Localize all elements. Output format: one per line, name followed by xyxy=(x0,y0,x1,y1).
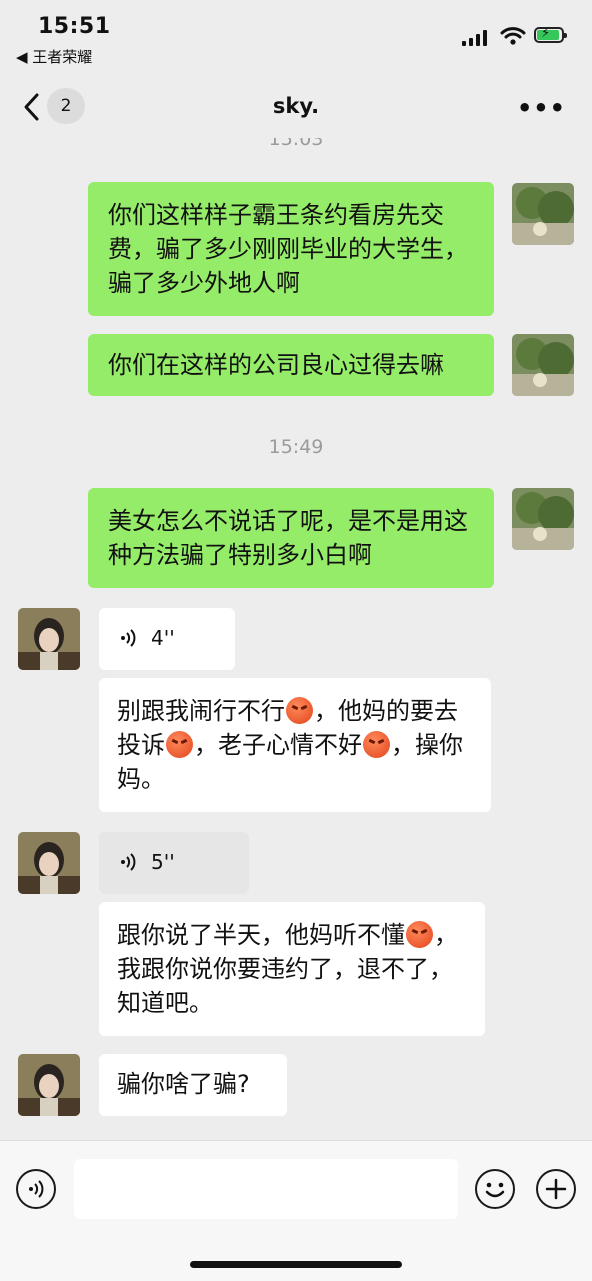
angry-face-icon xyxy=(286,697,313,724)
message-input[interactable] xyxy=(74,1159,458,1219)
more-actions-button[interactable] xyxy=(536,1169,576,1209)
angry-face-icon xyxy=(406,921,433,948)
battery-charging-icon: ⚡ xyxy=(534,26,567,43)
emoji-button[interactable] xyxy=(475,1169,515,1209)
contact-avatar[interactable] xyxy=(18,832,80,894)
plus-icon xyxy=(545,1178,567,1200)
my-avatar[interactable] xyxy=(512,488,574,550)
my-avatar[interactable] xyxy=(512,334,574,396)
my-message-bubble[interactable]: 你们这样样子霸王条约看房先交费，骗了多少刚刚毕业的大学生，骗了多少外地人啊 xyxy=(88,182,494,316)
status-time: 15:51 xyxy=(38,14,111,39)
my-message-bubble[interactable]: 你们在这样的公司良心过得去嘛 xyxy=(88,334,494,396)
timestamp: 15:49 xyxy=(268,436,324,458)
my-message-bubble[interactable]: 美女怎么不说话了呢，是不是用这种方法骗了特别多小白啊 xyxy=(88,488,494,588)
voice-input-button[interactable] xyxy=(16,1169,56,1209)
contact-message-bubble[interactable]: 骗你啥了骗? xyxy=(99,1054,287,1116)
message-text: 骗你啥了骗? xyxy=(117,1070,250,1098)
voice-wave-icon xyxy=(121,629,136,647)
wifi-icon xyxy=(500,27,526,45)
voice-message[interactable]: 5'' xyxy=(99,832,249,894)
contact-avatar[interactable] xyxy=(18,608,80,670)
my-avatar[interactable] xyxy=(512,183,574,245)
voice-wave-icon xyxy=(121,853,136,871)
message-text: 跟你说了半天，他妈听不懂 xyxy=(117,921,405,949)
message-text: ，老子心情不好 xyxy=(194,731,362,759)
voice-wave-icon xyxy=(29,1180,44,1198)
voice-duration: 4'' xyxy=(151,626,175,650)
status-bar: 15:51 ◀ 王者荣耀 ⚡ xyxy=(0,0,592,80)
message-text: 美女怎么不说话了呢，是不是用这种方法骗了特别多小白啊 xyxy=(108,507,468,569)
cellular-signal-icon xyxy=(462,30,488,46)
chat-title: sky. xyxy=(272,94,320,118)
contact-message-bubble[interactable]: 跟你说了半天，他妈听不懂 ，我跟你说你要违约了，退不了，知道吧。 xyxy=(99,902,485,1036)
smiley-icon xyxy=(485,1182,505,1198)
input-bar xyxy=(0,1140,592,1281)
more-options-icon[interactable]: ••• xyxy=(517,94,566,122)
contact-avatar[interactable] xyxy=(18,1054,80,1116)
message-text: 你们在这样的公司良心过得去嘛 xyxy=(108,351,444,379)
angry-face-icon xyxy=(166,731,193,758)
message-text: 别跟我闹行不行 xyxy=(117,697,285,725)
angry-face-icon xyxy=(363,731,390,758)
voice-duration: 5'' xyxy=(151,850,175,874)
contact-message-bubble[interactable]: 别跟我闹行不行 ，他妈的要去投诉 ，老子心情不好 ，操你妈。 xyxy=(99,678,491,812)
message-text: 你们这样样子霸王条约看房先交费，骗了多少刚刚毕业的大学生，骗了多少外地人啊 xyxy=(108,201,468,297)
voice-message[interactable]: 4'' xyxy=(99,608,235,670)
back-to-app-link[interactable]: ◀ 王者荣耀 xyxy=(16,46,92,67)
home-indicator xyxy=(190,1261,402,1268)
